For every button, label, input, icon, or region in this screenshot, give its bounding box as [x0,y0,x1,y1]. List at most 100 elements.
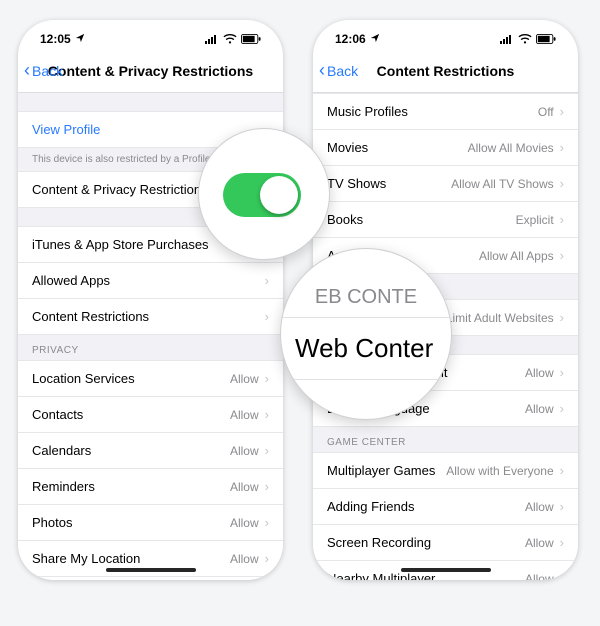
settings-row[interactable]: Content Restrictions › [18,299,283,335]
chevron-right-icon: › [560,499,564,514]
chevron-right-icon: › [560,463,564,478]
row-label: Share My Location [32,551,140,566]
row-value: Allow› [230,443,269,458]
row-value: Allow› [525,571,564,580]
row-value: Allow All TV Shows› [451,176,564,191]
status-time: 12:06 [335,32,366,46]
row-value: Explicit› [516,212,564,227]
row-label: Music Profiles [327,104,408,119]
chevron-right-icon: › [265,479,269,494]
magnifier-toggle [198,128,330,260]
row-value: Allow› [525,365,564,380]
game-center-header: GAME CENTER [313,427,578,452]
settings-row[interactable]: ContactsAllow› [18,397,283,433]
row-value: › [265,273,269,288]
row-value: Allow› [230,551,269,566]
chevron-right-icon: › [560,248,564,263]
battery-icon [536,34,556,44]
chevron-right-icon: › [265,371,269,386]
chevron-right-icon: › [265,515,269,530]
location-arrow-icon [370,32,380,46]
row-value: Allow All Apps› [479,248,564,263]
row-label: Screen Recording [327,535,431,550]
chevron-right-icon: › [560,571,564,580]
wifi-icon [223,34,237,44]
row-label: iTunes & App Store Purchases [32,237,209,252]
row-value: Off› [538,104,564,119]
nav-title: Content & Privacy Restrictions [28,63,273,79]
mag2-header-fragment: EB CONTE [281,249,451,318]
row-label: Allowed Apps [32,273,110,288]
nav-bar: ‹ Back Content Restrictions [313,54,578,93]
row-value: Limit Adult Websites› [446,310,564,325]
chevron-right-icon: › [265,273,269,288]
settings-row[interactable]: Books Explicit› [313,202,578,238]
location-arrow-icon [75,32,85,46]
home-indicator[interactable] [401,568,491,572]
chevron-right-icon: › [560,140,564,155]
chevron-right-icon: › [560,310,564,325]
status-bar: 12:06 [313,20,578,54]
battery-icon [241,34,261,44]
chevron-left-icon: ‹ [319,61,325,79]
chevron-right-icon: › [560,104,564,119]
row-label: Location Services [32,371,135,386]
row-label: Content Restrictions [32,309,149,324]
row-label: Calendars [32,443,91,458]
chevron-right-icon: › [560,401,564,416]
nav-title: Content Restrictions [323,63,568,79]
row-value: › [265,309,269,324]
view-profile-label: View Profile [32,122,100,137]
settings-row[interactable]: Screen Recording Allow› [313,525,578,561]
toggle-on-icon [223,173,301,217]
chevron-right-icon: › [265,551,269,566]
chevron-right-icon: › [265,443,269,458]
nav-bar: ‹ Back Content & Privacy Restrictions [18,54,283,93]
row-label: Reminders [32,479,95,494]
chevron-left-icon: ‹ [24,61,30,79]
settings-row[interactable]: Allowed Apps › [18,263,283,299]
settings-row[interactable]: TV ShowsAllow All TV Shows› [313,166,578,202]
back-button[interactable]: ‹ Back [24,63,63,79]
chevron-right-icon: › [265,309,269,324]
row-value: Allow› [230,515,269,530]
row-value: Allow› [525,535,564,550]
row-label: Books [327,212,363,227]
row-value: Allow› [525,401,564,416]
row-value: Allow with Everyone› [446,463,564,478]
signal-icon [205,34,219,44]
magnifier-web-content: EB CONTE Web Conter [280,248,452,420]
row-value: Allow› [525,499,564,514]
chevron-right-icon: › [560,535,564,550]
mag2-bottom-fragment [281,380,451,419]
phone-left: 12:05 [18,20,283,580]
row-label: Movies [327,140,368,155]
home-indicator[interactable] [106,568,196,572]
row-value: Allow› [230,479,269,494]
settings-row[interactable]: Adding FriendsAllow› [313,489,578,525]
chevron-right-icon: › [560,176,564,191]
row-label: Nearby Multiplayer [327,571,435,580]
signal-icon [500,34,514,44]
settings-row[interactable]: Reminders Allow› [18,469,283,505]
status-time: 12:05 [40,32,71,46]
settings-row[interactable]: Bluetooth SharingAllow› [18,577,283,580]
row-label: Content & Privacy Restrictions [32,182,208,197]
row-value: Allow All Movies› [468,140,564,155]
chevron-right-icon: › [560,365,564,380]
wifi-icon [518,34,532,44]
settings-row[interactable]: Photos Allow› [18,505,283,541]
back-label: Back [32,63,63,79]
settings-row[interactable]: Multiplayer Games Allow with Everyone› [313,452,578,489]
row-value: Allow› [230,407,269,422]
row-value: Allow› [230,371,269,386]
mag2-web-content-label: Web Conter [281,318,451,380]
status-bar: 12:05 [18,20,283,54]
settings-row[interactable]: Movies Allow All Movies› [313,130,578,166]
settings-row[interactable]: Location Services Allow› [18,360,283,397]
settings-row[interactable]: Music Profiles Off› [313,93,578,130]
settings-row[interactable]: Calendars Allow› [18,433,283,469]
back-button[interactable]: ‹ Back [319,63,358,79]
row-label: Photos [32,515,72,530]
row-label: Multiplayer Games [327,463,435,478]
